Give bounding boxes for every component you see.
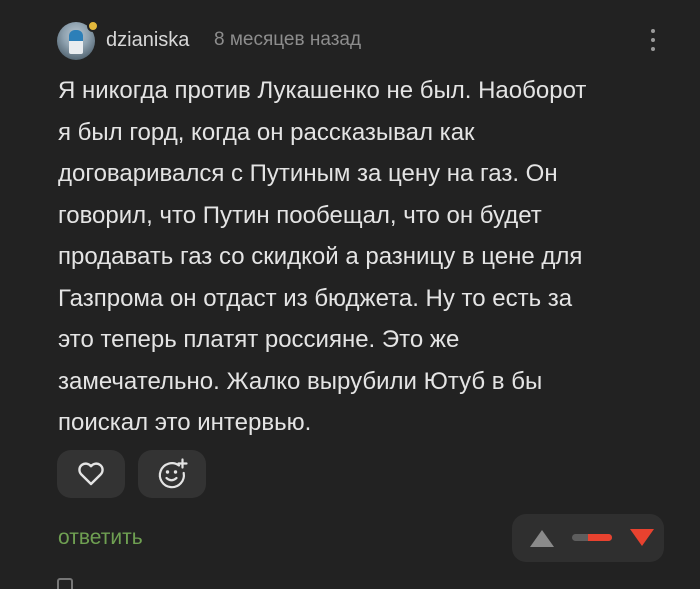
arrow-down-icon[interactable]: [628, 528, 656, 548]
more-options-button[interactable]: [641, 22, 665, 58]
like-button[interactable]: [57, 450, 125, 498]
comment-timestamp[interactable]: 8 месяцев назад: [214, 28, 361, 52]
arrow-up-icon[interactable]: [528, 528, 556, 548]
status-dot: [87, 20, 99, 32]
next-comment-collapse-icon[interactable]: [57, 578, 73, 589]
more-vertical-icon: [651, 29, 655, 33]
rating-bar-fill: [588, 534, 612, 541]
author-name[interactable]: dzianiska: [106, 28, 189, 52]
add-reaction-button[interactable]: [138, 450, 206, 498]
comment-text: Я никогда против Лукашенко не был. Наобо…: [58, 77, 587, 436]
avatar-figure: [69, 30, 83, 54]
add-emoji-icon: [158, 458, 188, 489]
rating-bar: [572, 534, 612, 541]
rating-control: [512, 514, 664, 562]
reply-link[interactable]: ответить: [58, 524, 143, 552]
heart-icon: [78, 462, 104, 486]
